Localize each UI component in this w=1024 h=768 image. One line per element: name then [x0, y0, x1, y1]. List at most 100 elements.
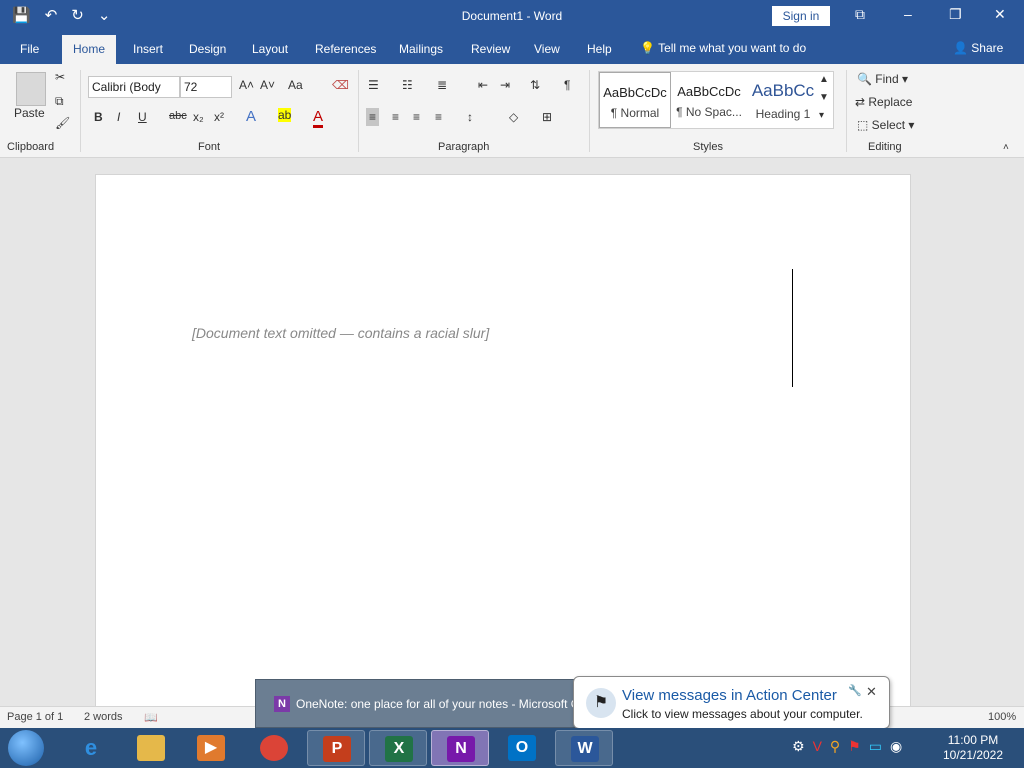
clipboard-icon[interactable] [16, 72, 46, 106]
replace-button[interactable]: ⇄ Replace [855, 95, 912, 109]
paragraph-group-label: Paragraph [438, 141, 490, 153]
style-normal[interactable]: AaBbCcDc ¶ Normal [599, 72, 671, 128]
taskbar: e ▶ P X N O W ⚙ V ⚲ ⚑ ▭ ◉ 11:00 PM 10/21… [0, 728, 1024, 768]
superscript-icon[interactable]: x² [214, 110, 224, 124]
text-effects-icon[interactable]: A [246, 108, 256, 125]
font-group-label: Font [198, 141, 221, 153]
style-preview: AaBbCcDc [603, 85, 667, 100]
font-size-combo[interactable]: 72 [180, 76, 232, 98]
powerpoint-icon[interactable]: P [307, 730, 365, 766]
shrink-font-icon[interactable]: A˅ [260, 78, 275, 92]
tab-review[interactable]: Review [471, 42, 510, 56]
close-button[interactable]: ✕ [994, 6, 1006, 23]
onenote-taskbar-preview[interactable]: N OneNote: one place for all of your not… [255, 679, 585, 728]
action-center-flag-icon: ⚑ [586, 688, 616, 718]
outlook-icon[interactable]: O [493, 730, 551, 766]
start-button[interactable] [8, 730, 44, 766]
balloon-close-icon[interactable]: ✕ [866, 684, 877, 700]
bullets-icon[interactable]: ☰ [368, 78, 379, 92]
page-count[interactable]: Page 1 of 1 [7, 711, 63, 723]
italic-icon[interactable]: I [117, 110, 120, 124]
line-spacing-icon[interactable]: ↕ [467, 110, 473, 124]
share-button[interactable]: 👤 Share [953, 41, 1003, 55]
collapse-ribbon-icon[interactable]: ˄ [1003, 142, 1009, 153]
styles-scroll-down-icon[interactable]: ▼ [819, 92, 829, 103]
file-explorer-icon[interactable] [122, 730, 180, 766]
network-icon[interactable]: ▭ [869, 738, 882, 755]
onenote-icon: N [274, 696, 290, 712]
onenote-app-icon[interactable]: N [431, 730, 489, 766]
tray-antivirus-icon[interactable]: V [813, 738, 822, 755]
restore-button[interactable]: ❐ [949, 6, 962, 23]
increase-indent-icon[interactable]: ⇥ [500, 78, 510, 92]
cut-icon[interactable]: ✂ [55, 70, 65, 84]
font-color-icon[interactable]: A [313, 108, 324, 128]
tray-search-icon[interactable]: ⚲ [830, 738, 840, 755]
sign-in-button[interactable]: Sign in [772, 6, 830, 26]
group-separator [80, 70, 81, 152]
find-button[interactable]: 🔍 Find ▾ [857, 72, 908, 86]
excel-icon[interactable]: X [369, 730, 427, 766]
proofing-icon[interactable]: 📖 [144, 711, 158, 724]
paste-button[interactable]: Paste [14, 106, 45, 120]
clear-formatting-icon[interactable]: ⌫ [332, 78, 349, 92]
clock-date: 10/21/2022 [942, 748, 1004, 762]
style-name: ¶ No Spac... [676, 105, 742, 119]
align-left-icon[interactable]: ≡ [366, 108, 380, 126]
styles-scroll-up-icon[interactable]: ▲ [819, 74, 829, 85]
tab-file[interactable]: File [20, 42, 39, 56]
tab-help[interactable]: Help [587, 42, 612, 56]
balloon-title[interactable]: View messages in Action Center [622, 687, 837, 704]
word-count[interactable]: 2 words [84, 711, 123, 723]
media-player-icon[interactable]: ▶ [182, 730, 240, 766]
decrease-indent-icon[interactable]: ⇤ [478, 78, 488, 92]
strikethrough-icon[interactable]: abc [169, 110, 187, 122]
sort-icon[interactable]: ⇅ [530, 78, 540, 92]
action-center-balloon[interactable]: ⚑ View messages in Action Center Click t… [573, 676, 890, 729]
align-center-icon[interactable]: ≡ [392, 110, 399, 124]
grow-font-icon[interactable]: A˄ [239, 78, 254, 92]
tab-insert[interactable]: Insert [133, 42, 163, 56]
style-heading-1[interactable]: AaBbCc Heading 1 [747, 72, 819, 128]
change-case-button[interactable]: Aa [288, 78, 303, 92]
borders-icon[interactable]: ⊞ [542, 110, 552, 124]
justify-icon[interactable]: ≡ [435, 110, 442, 124]
word-icon[interactable]: W [555, 730, 613, 766]
volume-icon[interactable]: ◉ [890, 738, 902, 755]
style-name: Heading 1 [755, 107, 811, 121]
subscript-icon[interactable]: x₂ [193, 110, 204, 124]
tab-home[interactable]: Home [62, 35, 117, 64]
balloon-options-icon[interactable]: 🔧 [848, 684, 862, 697]
tab-view[interactable]: View [534, 42, 560, 56]
taskbar-clock[interactable]: 11:00 PM 10/21/2022 [936, 733, 1010, 763]
ribbon-display-options-icon[interactable]: ⧉ [855, 6, 865, 23]
internet-explorer-icon[interactable]: e [62, 730, 120, 766]
style-preview: AaBbCc [751, 81, 815, 100]
font-name-combo[interactable]: Calibri (Body [88, 76, 180, 98]
styles-group-label: Styles [693, 141, 723, 153]
chrome-icon[interactable] [245, 730, 303, 766]
styles-more-icon[interactable]: ▾ [819, 110, 824, 121]
tab-layout[interactable]: Layout [252, 42, 288, 56]
multilevel-list-icon[interactable]: ≣ [437, 78, 447, 92]
minimize-button[interactable]: – [904, 6, 912, 22]
shading-icon[interactable]: ◇ [509, 110, 518, 124]
highlight-icon[interactable]: ab [278, 108, 292, 122]
tab-references[interactable]: References [315, 42, 376, 56]
tell-me-search[interactable]: 💡 Tell me what you want to do [640, 41, 806, 55]
bold-icon[interactable]: B [94, 110, 103, 124]
tray-app-icon[interactable]: ⚙ [792, 738, 805, 755]
align-right-icon[interactable]: ≡ [413, 110, 420, 124]
style-no-spacing[interactable]: AaBbCcDc ¶ No Spac... [673, 72, 745, 128]
select-button[interactable]: ⬚ Select ▾ [857, 118, 914, 132]
tab-mailings[interactable]: Mailings [399, 42, 443, 56]
action-center-flag-tray-icon[interactable]: ⚑ [848, 738, 861, 755]
format-painter-icon[interactable]: 🖌 [55, 116, 70, 130]
underline-icon[interactable]: U [138, 110, 147, 124]
show-formatting-icon[interactable]: ¶ [564, 78, 570, 92]
zoom-level[interactable]: 100% [988, 711, 1016, 723]
tab-design[interactable]: Design [189, 42, 226, 56]
numbering-icon[interactable]: ☷ [402, 78, 413, 92]
copy-icon[interactable]: ⧉ [55, 94, 64, 109]
document-page[interactable]: [Document text omitted — contains a raci… [95, 174, 911, 714]
